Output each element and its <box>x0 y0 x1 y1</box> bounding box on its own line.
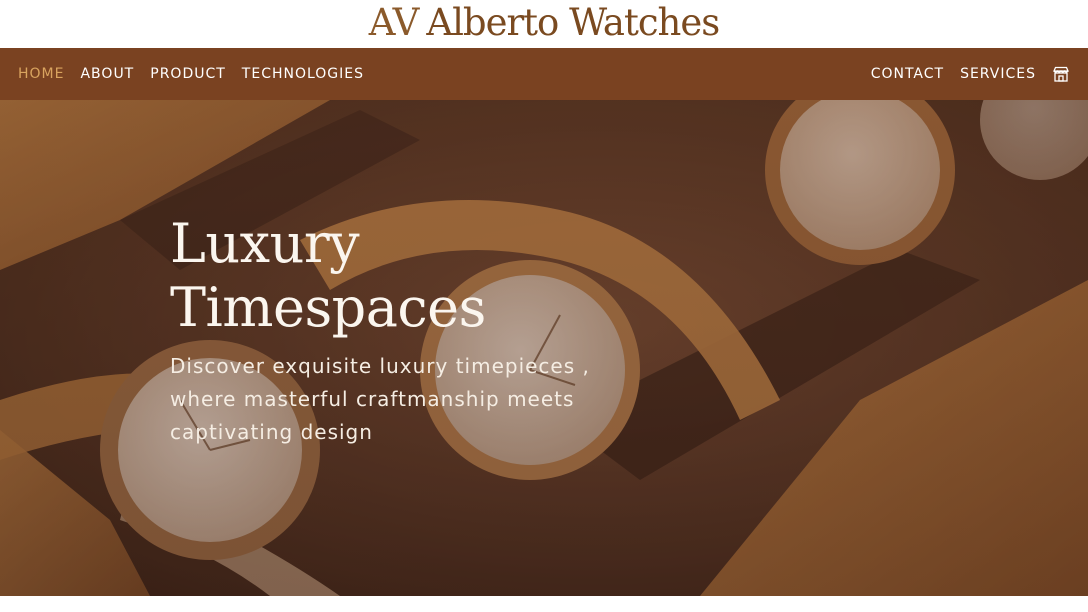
hero-subtitle-line-3: captivating design <box>170 420 373 444</box>
nav-link-home[interactable]: HOME <box>18 66 64 82</box>
nav-right-group: CONTACT SERVICES <box>871 65 1070 83</box>
main-navbar: HOME ABOUT PRODUCT TECHNOLOGIES CONTACT … <box>0 48 1088 100</box>
brand-name: Alberto Watches <box>426 0 720 44</box>
hero-title-line-2: Timespaces <box>170 276 486 339</box>
hero-subtitle-line-1: Discover exquisite luxury timepieces , <box>170 354 590 378</box>
nav-link-about[interactable]: ABOUT <box>80 66 134 82</box>
nav-link-contact[interactable]: CONTACT <box>871 66 944 82</box>
nav-left-group: HOME ABOUT PRODUCT TECHNOLOGIES <box>18 66 364 82</box>
hero-section: Luxury Timespaces Discover exquisite lux… <box>0 100 1088 596</box>
store-icon[interactable] <box>1052 65 1070 83</box>
logo-mark: AV <box>368 0 420 44</box>
hero-title-line-1: Luxury <box>170 212 360 275</box>
hero-text-block: Luxury Timespaces Discover exquisite lux… <box>170 212 630 449</box>
nav-link-technologies[interactable]: TECHNOLOGIES <box>242 66 364 82</box>
page-bottom-strip <box>0 596 1088 612</box>
site-logo[interactable]: AV Alberto Watches <box>368 0 721 44</box>
nav-link-product[interactable]: PRODUCT <box>150 66 226 82</box>
nav-link-services[interactable]: SERVICES <box>960 66 1036 82</box>
logo-bar: AV Alberto Watches <box>0 0 1088 48</box>
hero-subtitle: Discover exquisite luxury timepieces , w… <box>170 350 630 449</box>
hero-subtitle-line-2: where masterful craftmanship meets <box>170 387 575 411</box>
hero-title: Luxury Timespaces <box>170 212 630 340</box>
